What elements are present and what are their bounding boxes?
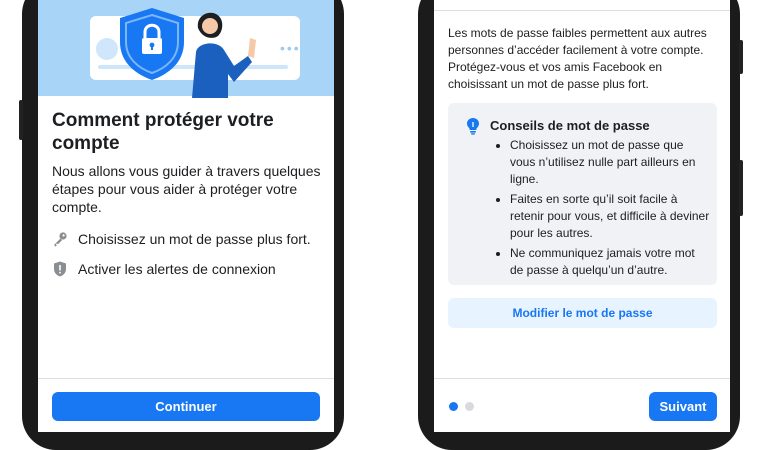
password-tips-box: Conseils de mot de passe Choisissez un m… — [448, 103, 717, 285]
list-item: Choisissez un mot de passe que vous n’ut… — [510, 137, 710, 188]
option-label: Choisissez un mot de passe plus fort. — [78, 231, 311, 247]
divider — [434, 378, 730, 379]
next-button[interactable]: Suivant — [649, 392, 717, 421]
shield-alert-icon — [52, 261, 68, 277]
pagination-dot-active — [449, 402, 458, 411]
lightbulb-icon — [466, 117, 480, 140]
pagination-dot — [465, 402, 474, 411]
key-icon — [52, 231, 68, 247]
list-item: Faites en sorte qu’il soit facile à rete… — [510, 191, 710, 242]
shield-lock-icon — [120, 8, 184, 80]
side-button — [19, 100, 23, 140]
continue-button[interactable]: Continuer — [52, 392, 320, 421]
hero-illustration: ••• — [38, 0, 334, 98]
tips-list: Choisissez un mot de passe que vous n’ut… — [490, 137, 710, 282]
page-title: Comment protéger votre compte — [52, 110, 274, 154]
divider — [434, 10, 730, 11]
intro-description: Nous allons vous guider à travers quelqu… — [52, 163, 321, 215]
password-tips-screen: Les mots de passe faibles permettent aux… — [434, 0, 730, 432]
tips-title: Conseils de mot de passe — [490, 118, 650, 133]
weak-password-description: Les mots de passe faibles permettent aux… — [448, 26, 707, 91]
illustration-dots: ••• — [280, 40, 301, 56]
security-intro-screen: ••• Comment protéger votre compte Nous a… — [38, 0, 334, 432]
change-password-button[interactable]: Modifier le mot de passe — [448, 298, 717, 328]
option-login-alerts: Activer les alertes de connexion — [52, 259, 276, 279]
list-item: Ne communiquez jamais votre mot de passe… — [510, 245, 710, 279]
side-button — [739, 40, 743, 74]
person-illustration — [192, 12, 256, 98]
side-button — [739, 160, 743, 216]
option-label: Activer les alertes de connexion — [78, 261, 276, 277]
option-strong-password: Choisissez un mot de passe plus fort. — [52, 229, 311, 249]
divider — [38, 378, 334, 379]
